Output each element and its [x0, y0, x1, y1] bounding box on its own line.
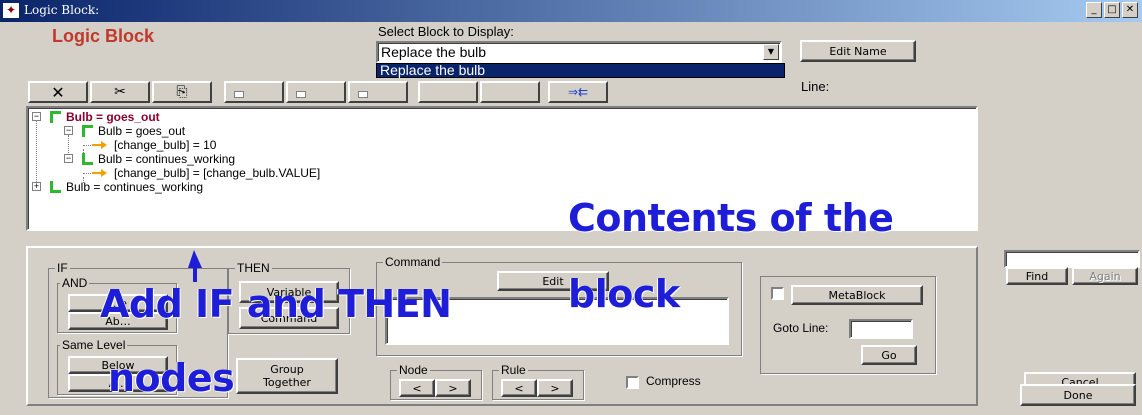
find-button[interactable]: Find [1006, 267, 1068, 285]
group-together-button[interactable]: Group Together [236, 358, 338, 394]
paste-below-button[interactable] [224, 81, 284, 103]
tree-node-label: [change_bulb] = [change_bulb.VALUE] [114, 166, 321, 180]
tree-node-label: Bulb = goes_out [98, 124, 186, 138]
block-select-value: Replace the bulb [381, 44, 487, 60]
metablock-group: MetaBlock Goto Line: Go [760, 276, 936, 374]
line-label: Line: [801, 79, 830, 94]
and-legend: AND [60, 276, 90, 290]
flag-green-icon [82, 125, 93, 137]
flag-green-bottom-icon [82, 153, 93, 165]
insert-node-icon: ⇒⇇ [567, 85, 589, 99]
tree-node-label: Bulb = continues_working [66, 180, 204, 194]
title-bar: ✦ Logic Block: _ □ ✕ [0, 0, 1142, 22]
node-legend: Node [397, 363, 430, 377]
rule-legend: Rule [499, 363, 528, 377]
paste-child-button[interactable] [348, 81, 408, 103]
copy-button[interactable]: ⎘ [152, 81, 212, 103]
compress-label: Compress [646, 374, 701, 388]
flag-green-bottom-icon [50, 181, 61, 193]
annotation-add-if-then: Add IF and THEN [100, 282, 452, 326]
paste-icon [234, 91, 244, 98]
dropdown-option[interactable]: Replace the bulb [376, 63, 785, 78]
app-icon: ✦ [3, 3, 19, 18]
tree-node-label: [change_bulb] = 10 [114, 138, 217, 152]
cut-button[interactable]: ✂ [90, 81, 150, 103]
edit-name-button[interactable]: Edit Name [800, 40, 916, 62]
rule-group: Rule < > [492, 363, 584, 400]
command-legend: Command [383, 255, 443, 269]
metablock-button[interactable]: MetaBlock [791, 285, 923, 305]
scissors-icon: ✂ [114, 84, 126, 100]
paste-above-button[interactable] [286, 81, 346, 103]
annotation-block: block [568, 272, 680, 316]
toolbar-blank-button-2[interactable] [480, 81, 540, 103]
annotation-contents: Contents of the [568, 196, 894, 240]
annotation-arrow-icon [188, 250, 202, 282]
collapse-icon[interactable]: − [64, 126, 73, 135]
rule-next-button[interactable]: > [537, 379, 573, 397]
node-next-button[interactable]: > [435, 379, 471, 397]
tree-node[interactable]: − Bulb = goes_out [28, 110, 428, 124]
block-select[interactable]: Replace the bulb ▼ [376, 41, 782, 63]
tree-node[interactable]: [change_bulb] = [change_bulb.VALUE] [28, 166, 528, 180]
arrow-right-icon [92, 141, 107, 149]
node-prev-button[interactable]: < [399, 379, 435, 397]
close-button[interactable]: ✕ [1122, 2, 1138, 18]
goto-line-label: Goto Line: [773, 321, 829, 335]
paste-icon [296, 91, 306, 98]
group-together-line2: Together [263, 376, 311, 389]
window-title: Logic Block: [24, 3, 100, 17]
same-level-legend: Same Level [60, 338, 128, 352]
tree-node[interactable]: − Bulb = goes_out [28, 124, 428, 138]
go-button[interactable]: Go [861, 345, 917, 365]
select-block-label: Select Block to Display: [378, 24, 514, 39]
again-button[interactable]: Again [1072, 267, 1138, 285]
if-legend: IF [55, 261, 70, 275]
maximize-button[interactable]: □ [1104, 2, 1120, 18]
copy-icon: ⎘ [176, 84, 188, 100]
goto-line-input[interactable] [849, 319, 913, 339]
collapse-icon[interactable]: − [32, 112, 41, 121]
delete-button[interactable]: ✕ [28, 81, 88, 103]
tree-node[interactable]: + Bulb = continues_working [28, 180, 428, 194]
annotation-nodes: nodes [108, 356, 235, 400]
expand-icon[interactable]: + [32, 182, 41, 191]
insert-node-button[interactable]: ⇒⇇ [548, 81, 608, 103]
tree-node[interactable]: − Bulb = continues_working [28, 152, 428, 166]
rule-prev-button[interactable]: < [501, 379, 537, 397]
minimize-button[interactable]: _ [1086, 2, 1102, 18]
tree-node-label: Bulb = continues_working [98, 152, 236, 166]
delete-icon: ✕ [51, 82, 65, 102]
flag-green-icon [50, 111, 61, 123]
toolbar-blank-button-1[interactable] [418, 81, 478, 103]
tree-node[interactable]: [change_bulb] = 10 [28, 138, 428, 152]
logic-block-heading: Logic Block [52, 26, 155, 46]
done-button[interactable]: Done [1020, 384, 1136, 406]
tree-node-label: Bulb = goes_out [66, 110, 160, 124]
chevron-down-icon[interactable]: ▼ [763, 44, 779, 60]
node-group: Node < > [390, 363, 482, 400]
find-input[interactable] [1004, 250, 1140, 268]
collapse-icon[interactable]: − [64, 154, 73, 163]
logic-block-window: ✦ Logic Block: _ □ ✕ Logic Block Select … [0, 0, 1142, 415]
arrow-right-icon [92, 169, 107, 177]
then-legend: THEN [235, 261, 272, 275]
metablock-checkbox[interactable] [771, 287, 784, 300]
compress-checkbox[interactable] [626, 376, 639, 389]
group-together-line1: Group [270, 363, 304, 376]
paste-icon [358, 91, 368, 98]
